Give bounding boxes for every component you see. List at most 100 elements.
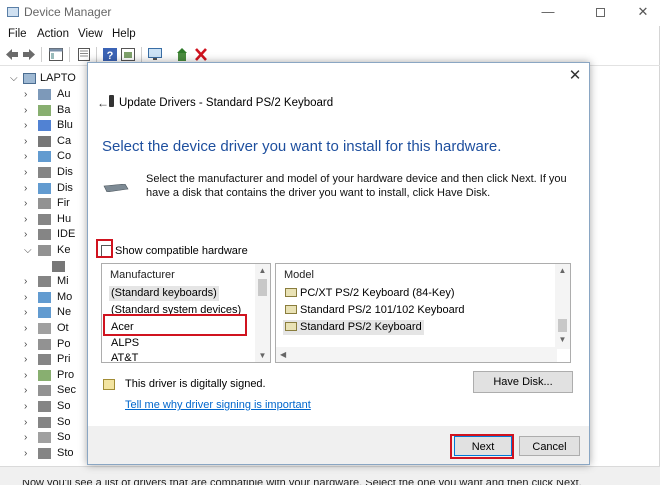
scroll-down-icon[interactable]: ▼ xyxy=(255,351,270,360)
model-item[interactable]: PC/XT PS/2 Keyboard (84-Key) xyxy=(283,286,456,301)
tree-item[interactable]: › IDE xyxy=(0,227,100,242)
minimize-button[interactable]: — xyxy=(525,0,571,26)
chevron-right-icon[interactable]: › xyxy=(24,305,27,320)
tree-item[interactable]: › Po xyxy=(0,337,100,352)
scroll-thumb[interactable] xyxy=(558,319,567,332)
scroll-thumb[interactable] xyxy=(258,279,267,296)
chevron-right-icon[interactable]: › xyxy=(24,87,27,102)
tree-item[interactable]: › Hu xyxy=(0,212,100,227)
tree-item[interactable]: › Pri xyxy=(0,352,100,367)
keyboard-device-icon xyxy=(109,95,114,107)
scroll-up-icon[interactable]: ▲ xyxy=(255,266,270,275)
chevron-right-icon[interactable]: › xyxy=(24,383,27,398)
tree-item[interactable]: › Sec xyxy=(0,383,100,398)
chevron-right-icon[interactable]: › xyxy=(24,274,27,289)
tree-item[interactable]: › Sto xyxy=(0,446,100,461)
tree-item[interactable] xyxy=(0,259,100,274)
chevron-right-icon[interactable]: › xyxy=(24,149,27,164)
chevron-right-icon[interactable]: › xyxy=(24,337,27,352)
driver-signing-link[interactable]: Tell me why driver signing is important xyxy=(125,399,311,411)
model-hscrollbar[interactable]: ◀ xyxy=(276,347,557,362)
model-item[interactable]: Standard PS/2 101/102 Keyboard xyxy=(283,303,467,318)
port-icon xyxy=(38,338,51,350)
help-icon[interactable]: ? xyxy=(102,47,118,62)
chevron-right-icon[interactable]: › xyxy=(24,118,27,133)
tree-item[interactable]: › Mi xyxy=(0,274,100,289)
close-window-button[interactable]: ✕ xyxy=(620,0,660,26)
chevron-right-icon[interactable]: › xyxy=(24,103,27,118)
tree-item[interactable]: › Dis xyxy=(0,165,100,180)
uninstall-x-icon[interactable] xyxy=(193,47,209,62)
chevron-down-icon[interactable]: ⌵ xyxy=(10,71,18,86)
security-icon xyxy=(38,385,51,397)
properties-icon[interactable] xyxy=(76,47,92,62)
back-button[interactable]: ← xyxy=(97,96,109,110)
menu-help[interactable]: Help xyxy=(112,28,136,40)
update-driver-icon[interactable] xyxy=(174,47,190,62)
tree-item[interactable]: › Dis xyxy=(0,181,100,196)
chevron-right-icon[interactable]: › xyxy=(24,399,27,414)
chevron-right-icon[interactable]: › xyxy=(24,212,27,227)
tree-item[interactable]: › Ba xyxy=(0,103,100,118)
manufacturer-list[interactable]: Manufacturer (Standard keyboards) (Stand… xyxy=(101,263,271,363)
chevron-right-icon[interactable]: › xyxy=(24,181,27,196)
scan-hardware-icon[interactable] xyxy=(147,47,163,62)
tree-root[interactable]: ⌵ LAPTO xyxy=(0,71,100,86)
chevron-right-icon[interactable]: › xyxy=(24,446,27,461)
chevron-right-icon[interactable]: › xyxy=(24,430,27,445)
model-item-selected[interactable]: Standard PS/2 Keyboard xyxy=(283,320,424,335)
tree-item[interactable]: › Ot xyxy=(0,321,100,336)
chevron-down-icon[interactable]: ⌵ xyxy=(24,243,32,258)
disk-icon xyxy=(38,167,51,178)
back-arrow-icon[interactable] xyxy=(4,47,20,62)
keyboard-device-icon xyxy=(52,260,65,272)
chevron-right-icon[interactable]: › xyxy=(24,227,27,242)
chevron-right-icon[interactable]: › xyxy=(24,352,27,367)
scroll-up-icon[interactable]: ▲ xyxy=(555,266,570,275)
show-compatible-label[interactable]: Show compatible hardware xyxy=(115,245,248,257)
keyboard-icon xyxy=(38,245,51,256)
tree-item[interactable]: › Ca xyxy=(0,134,100,149)
chevron-right-icon[interactable]: › xyxy=(24,415,27,430)
model-list[interactable]: Model PC/XT PS/2 Keyboard (84-Key) Stand… xyxy=(275,263,571,363)
tree-item[interactable]: › Pro xyxy=(0,368,100,383)
model-vscrollbar[interactable]: ▲ ▼ xyxy=(555,264,570,349)
tree-item-label: Mi xyxy=(57,275,69,288)
highlight-compatible-checkbox xyxy=(96,239,113,258)
scroll-down-icon[interactable]: ▼ xyxy=(555,335,570,344)
chevron-right-icon[interactable]: › xyxy=(24,368,27,383)
tree-item[interactable]: › So xyxy=(0,399,100,414)
tree-item[interactable]: › Fir xyxy=(0,196,100,211)
chevron-right-icon[interactable]: › xyxy=(24,134,27,149)
monitor-icon xyxy=(38,291,51,303)
dialog-close-button[interactable]: ✕ xyxy=(567,68,583,84)
chevron-right-icon[interactable]: › xyxy=(24,165,27,180)
chevron-right-icon[interactable]: › xyxy=(24,321,27,336)
tree-item[interactable]: › Au xyxy=(0,87,100,102)
have-disk-button[interactable]: Have Disk... xyxy=(473,371,573,393)
manufacturer-item[interactable]: AT&T xyxy=(109,351,140,362)
tree-item[interactable]: › Blu xyxy=(0,118,100,133)
show-hide-tree-icon[interactable] xyxy=(48,47,64,62)
action-view-icon[interactable] xyxy=(120,47,136,62)
scroll-left-icon[interactable]: ◀ xyxy=(280,347,286,362)
chevron-right-icon[interactable]: › xyxy=(24,196,27,211)
manufacturer-item[interactable]: (Standard keyboards) xyxy=(109,286,219,301)
tree-item-label: Ot xyxy=(57,322,69,334)
menu-action[interactable]: Action xyxy=(37,28,69,40)
manufacturer-item[interactable]: ALPS xyxy=(109,336,141,351)
maximize-button[interactable] xyxy=(577,0,623,26)
tree-item[interactable]: › Mo xyxy=(0,290,100,305)
tree-item[interactable]: › Ne xyxy=(0,305,100,320)
cancel-button[interactable]: Cancel xyxy=(519,436,580,456)
tree-item[interactable]: › So xyxy=(0,430,100,445)
tree-item[interactable]: › Co xyxy=(0,149,100,164)
chevron-right-icon[interactable]: › xyxy=(24,290,27,305)
forward-arrow-icon[interactable] xyxy=(21,47,37,62)
tree-item[interactable]: › So xyxy=(0,415,100,430)
tree-item[interactable]: ⌵ Ke xyxy=(0,243,100,258)
menu-view[interactable]: View xyxy=(78,28,103,40)
menu-file[interactable]: File xyxy=(8,28,27,40)
manufacturer-scrollbar[interactable]: ▲ ▼ xyxy=(255,264,270,362)
window-title: Device Manager xyxy=(24,5,112,19)
